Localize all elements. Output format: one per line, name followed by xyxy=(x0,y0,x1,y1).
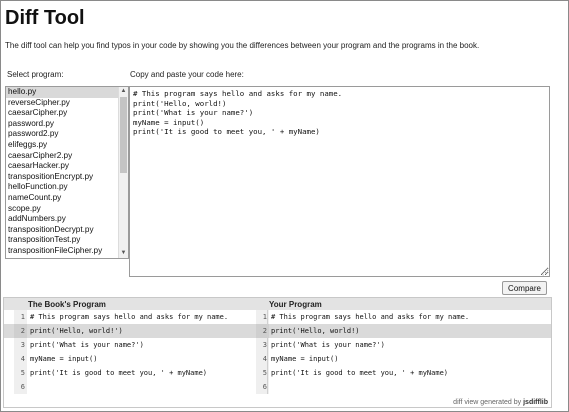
diff-footer-prefix: diff view generated by xyxy=(453,399,522,406)
diff-view: The Book's Program Your Program 1 # This … xyxy=(3,297,552,408)
book-line-text: print('What is your name?') xyxy=(30,341,144,349)
diff-divider xyxy=(267,310,268,394)
program-list-item[interactable]: nameCount.py xyxy=(6,193,118,204)
code-input[interactable]: # This program says hello and asks for m… xyxy=(129,86,550,277)
program-list-item[interactable]: password.py xyxy=(6,119,118,130)
paste-code-label: Copy and paste your code here: xyxy=(130,70,244,79)
book-line-number: 5 xyxy=(14,366,27,380)
book-line-text: # This program says hello and asks for m… xyxy=(30,313,229,321)
listbox-scrollbar[interactable]: ▲ ▼ xyxy=(118,87,128,258)
book-line-text: myName = input() xyxy=(30,355,98,363)
diff-row: 3 print('What is your name?') 3 print('What… xyxy=(4,338,551,352)
your-line-text: # This program says hello and asks for m… xyxy=(271,313,470,321)
program-list-item[interactable]: transpositionEncrypt.py xyxy=(6,172,118,183)
program-list-item[interactable]: helloFunction.py xyxy=(6,182,118,193)
book-line-number: 3 xyxy=(14,338,27,352)
diff-row: 66 xyxy=(4,380,551,394)
diff-row: 2 print('Hello, world!') 2 print('Hello, wo… xyxy=(4,324,551,338)
book-line-number: 1 xyxy=(14,310,27,324)
diff-footer: diff view generated by jsdifflib xyxy=(453,399,548,406)
book-line-number: 2 xyxy=(14,324,27,338)
scroll-up-arrow-icon[interactable]: ▲ xyxy=(119,87,128,96)
diff-row: 1 # This program says hello and asks for … xyxy=(4,310,551,324)
book-line-text: print('Hello, world!') xyxy=(30,327,123,335)
diff-row: 4 myName = input() 4 myName = input() xyxy=(4,352,551,366)
diff-row: 5 print('It is good to meet you, ' + myNa… xyxy=(4,366,551,380)
compare-button[interactable]: Compare xyxy=(502,281,547,295)
intro-text: The diff tool can help you find typos in… xyxy=(5,41,480,50)
program-list-item[interactable]: caesarCipher.py xyxy=(6,108,118,119)
scrollbar-thumb[interactable] xyxy=(120,97,127,173)
program-list-item[interactable]: scope.py xyxy=(6,204,118,215)
program-list-item[interactable]: reverseCipher.py xyxy=(6,98,118,109)
diff-footer-tool: jsdifflib xyxy=(523,399,548,406)
page-title: Diff Tool xyxy=(5,7,85,29)
program-list-item[interactable]: hello.py xyxy=(6,87,118,98)
your-line-text: print('It is good to meet you, ' + myNam… xyxy=(271,369,449,377)
program-list-item[interactable]: transpositionDecrypt.py xyxy=(6,225,118,236)
program-list-item[interactable]: caesarCipher2.py xyxy=(6,151,118,162)
your-program-title: Your Program xyxy=(269,300,322,309)
program-list-item[interactable]: transpositionFileCipher.py xyxy=(6,246,118,257)
your-line-text: myName = input() xyxy=(271,355,339,363)
program-list-item[interactable]: caesarHacker.py xyxy=(6,161,118,172)
book-line-number: 6 xyxy=(14,380,27,394)
your-line-text: print('Hello, world!) xyxy=(271,327,360,335)
program-list-item[interactable]: transpositionTest.py xyxy=(6,235,118,246)
diff-header: The Book's Program Your Program xyxy=(4,298,551,310)
your-line-text: print('What is your name?') xyxy=(271,341,385,349)
program-list-item[interactable]: addNumbers.py xyxy=(6,214,118,225)
book-line-text: print('It is good to meet you, ' + myNam… xyxy=(30,369,208,377)
book-line-number: 4 xyxy=(14,352,27,366)
book-program-title: The Book's Program xyxy=(28,300,106,309)
program-listbox[interactable]: hello.py reverseCipher.py caesarCipher.py p… xyxy=(5,86,129,259)
program-list-item[interactable]: elifeggs.py xyxy=(6,140,118,151)
scroll-down-arrow-icon[interactable]: ▼ xyxy=(119,249,128,258)
resize-grip-icon[interactable]: ⋰ xyxy=(542,269,549,277)
program-list: hello.py reverseCipher.py caesarCipher.py p… xyxy=(6,87,118,257)
select-program-label: Select program: xyxy=(7,70,64,79)
program-list-item[interactable]: password2.py xyxy=(6,129,118,140)
